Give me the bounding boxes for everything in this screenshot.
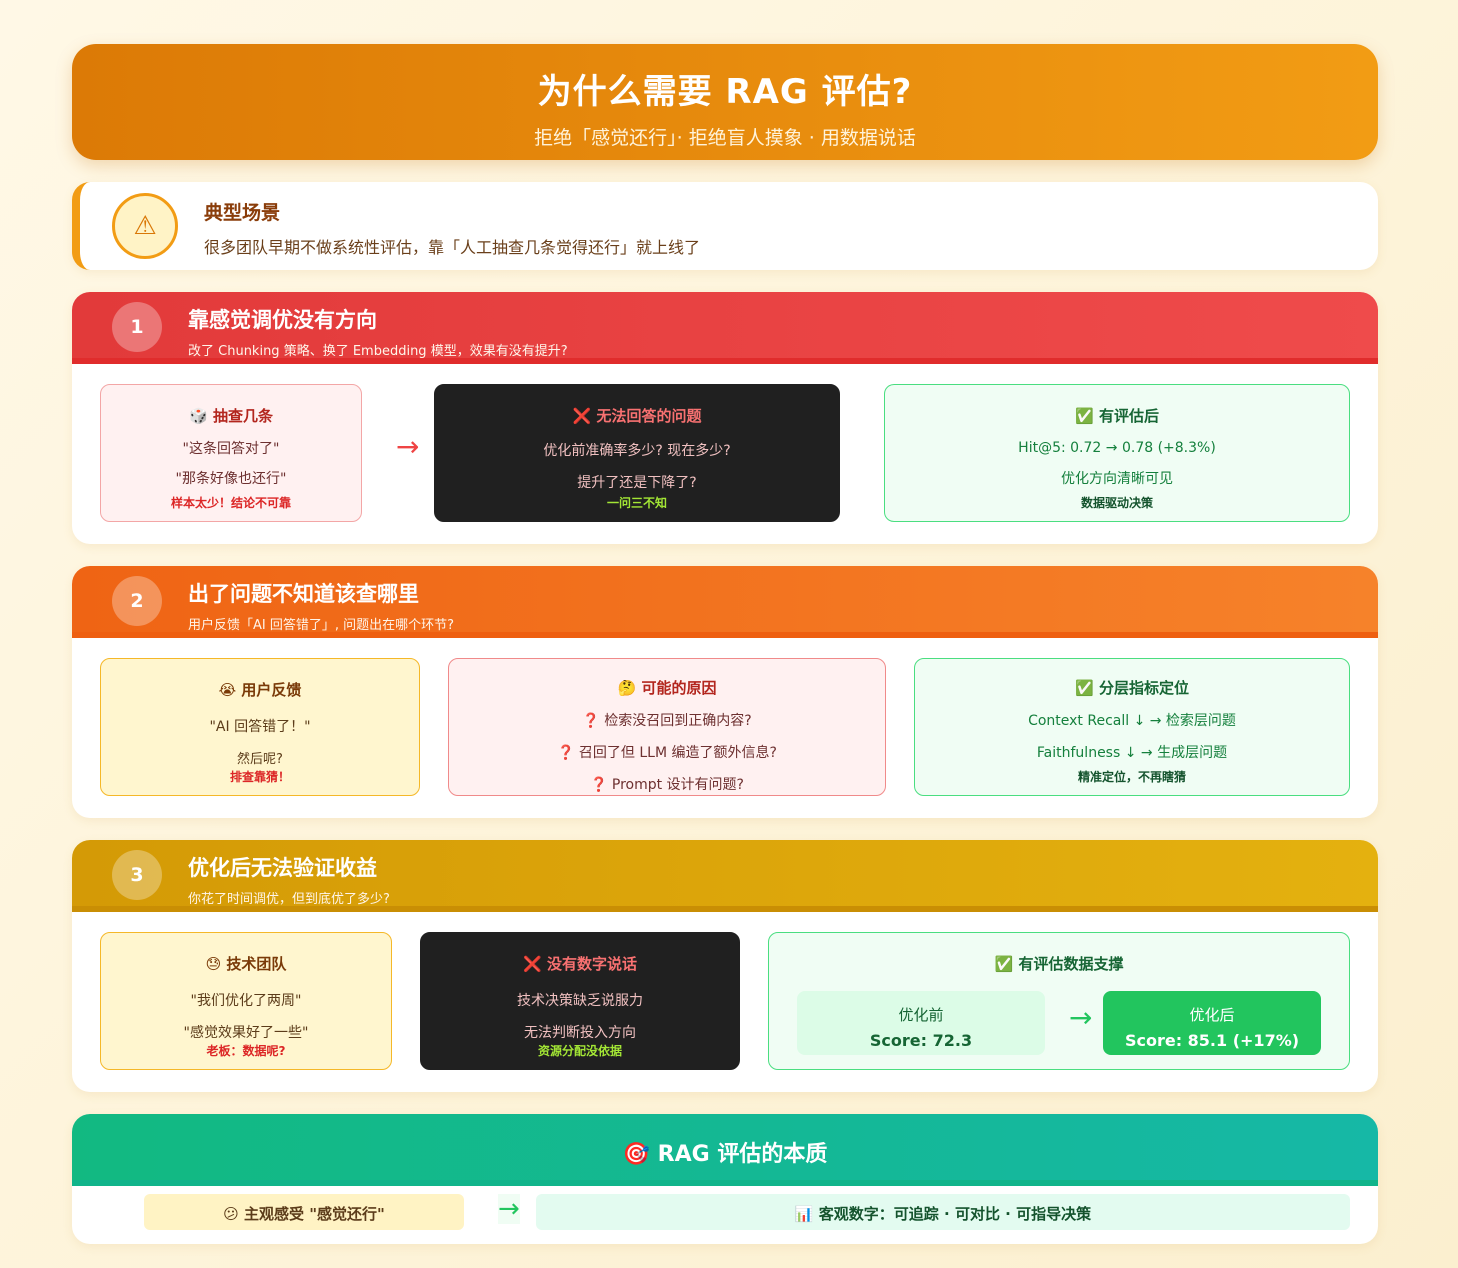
warning-icon: ⚠ xyxy=(112,193,178,259)
scenario-text: 很多团队早期不做系统性评估，靠「人工抽查几条觉得还行」就上线了 xyxy=(204,238,701,257)
box-line: "AI 回答错了！" xyxy=(209,719,311,735)
box-line: Context Recall ↓ → 检索层问题 xyxy=(1028,713,1236,729)
essence-card: 🎯 RAG 评估的本质 😕 主观感受 "感觉还行" → 📊 客观数字：可追踪 ·… xyxy=(72,1114,1378,1244)
box-title: 🎲 抽查几条 xyxy=(189,407,273,425)
after-score: Score: 85.1 (+17%) xyxy=(1124,1031,1300,1050)
box-footnote: 样本太少！结论不可靠 xyxy=(170,496,291,510)
box-line: 优化前准确率多少? 现在多少? xyxy=(543,443,731,459)
section-subtitle: 你花了时间调优，但到底优了多少? xyxy=(188,892,390,907)
box-line: 提升了还是下降了? xyxy=(577,475,697,491)
box-line: "这条回答对了" xyxy=(182,441,280,457)
box-footnote: 精准定位，不再瞎猜 xyxy=(1077,770,1186,784)
after-score-card: 优化后 Score: 85.1 (+17%) xyxy=(1103,991,1321,1055)
page-subtitle: 拒绝「感觉还行」· 拒绝盲人摸象 · 用数据说话 xyxy=(534,127,916,149)
box-footnote: 老板：数据呢? xyxy=(206,1044,286,1058)
box-line: 技术决策缺乏说服力 xyxy=(517,993,643,1009)
section-3-card: 3 优化后无法验证收益 你花了时间调优，但到底优了多少? 😓 技术团队 "我们优… xyxy=(72,840,1378,1092)
section-1-header: 1 靠感觉调优没有方向 改了 Chunking 策略、换了 Embedding … xyxy=(72,292,1378,364)
box-title: 😓 技术团队 xyxy=(205,955,287,973)
scenario-title: 典型场景 xyxy=(204,202,281,224)
with-eval-box: ✅ 有评估后 Hit@5: 0.72 → 0.78 (+8.3%) 优化方向清晰… xyxy=(884,384,1350,522)
user-feedback-box: 😭 用户反馈 "AI 回答错了！" 然后呢? 排查靠猜！ xyxy=(100,658,420,796)
possible-causes-box: 🤔 可能的原因 ❓ 检索没召回到正确内容? ❓ 召回了但 LLM 编造了额外信息… xyxy=(448,658,886,796)
section-title: 优化后无法验证收益 xyxy=(188,856,377,880)
section-number: 2 xyxy=(112,576,162,626)
box-title: ❌ 无法回答的问题 xyxy=(572,407,702,425)
box-line: "我们优化了两周" xyxy=(190,993,302,1009)
before-label: 优化前 xyxy=(898,1006,944,1024)
cause-item: ❓ 检索没召回到正确内容? xyxy=(582,713,752,729)
section-title: 出了问题不知道该查哪里 xyxy=(188,582,419,606)
box-line: 然后呢? xyxy=(237,752,283,767)
after-label: 优化后 xyxy=(1189,1006,1235,1024)
page: 为什么需要 RAG 评估? 拒绝「感觉还行」· 拒绝盲人摸象 · 用数据说话 ⚠… xyxy=(72,44,1378,1244)
box-line: 无法判断投入方向 xyxy=(524,1025,636,1041)
section-1-card: 1 靠感觉调优没有方向 改了 Chunking 策略、换了 Embedding … xyxy=(72,292,1378,544)
spot-check-box: 🎲 抽查几条 "这条回答对了" "那条好像也还行" 样本太少！结论不可靠 xyxy=(100,384,362,522)
eval-data-box: ✅ 有评估数据支撑 优化前 Score: 72.3 → 优化后 Score: 8… xyxy=(768,932,1350,1070)
unanswerable-box: ❌ 无法回答的问题 优化前准确率多少? 现在多少? 提升了还是下降了? 一问三不… xyxy=(434,384,840,522)
section-subtitle: 用户反馈「AI 回答错了」, 问题出在哪个环节? xyxy=(188,618,455,633)
section-title: 靠感觉调优没有方向 xyxy=(188,308,377,332)
tech-team-box: 😓 技术团队 "我们优化了两周" "感觉效果好了一些" 老板：数据呢? xyxy=(100,932,392,1070)
box-footnote: 数据驱动决策 xyxy=(1080,496,1153,510)
box-line: 优化方向清晰可见 xyxy=(1061,471,1173,487)
page-title: 为什么需要 RAG 评估? xyxy=(537,72,913,112)
arrow-icon: → xyxy=(396,430,420,463)
before-score-card: 优化前 Score: 72.3 xyxy=(797,991,1045,1055)
section-number: 3 xyxy=(112,850,162,900)
box-line: Faithfulness ↓ → 生成层问题 xyxy=(1036,745,1228,761)
cause-item: ❓ Prompt 设计有问题? xyxy=(590,777,744,793)
layered-metrics-box: ✅ 分层指标定位 Context Recall ↓ → 检索层问题 Faithf… xyxy=(914,658,1350,796)
section-number: 1 xyxy=(112,302,162,352)
objective-pill: 📊 客观数字：可追踪 · 可对比 · 可指导决策 xyxy=(536,1194,1350,1230)
box-line: "那条好像也还行" xyxy=(175,471,287,487)
scenario-panel: ⚠ 典型场景 很多团队早期不做系统性评估，靠「人工抽查几条觉得还行」就上线了 xyxy=(72,182,1378,270)
before-score: Score: 72.3 xyxy=(869,1031,973,1050)
hero-banner: 为什么需要 RAG 评估? 拒绝「感觉还行」· 拒绝盲人摸象 · 用数据说话 xyxy=(72,44,1378,160)
arrow-icon: → xyxy=(498,1194,520,1224)
box-title: ✅ 有评估后 xyxy=(1075,407,1159,425)
cause-item: ❓ 召回了但 LLM 编造了额外信息? xyxy=(557,745,777,761)
arrow-icon: → xyxy=(1069,1001,1093,1034)
box-title: ✅ 有评估数据支撑 xyxy=(994,955,1124,973)
box-title: ❌ 没有数字说话 xyxy=(523,955,637,973)
section-3-header: 3 优化后无法验证收益 你花了时间调优，但到底优了多少? xyxy=(72,840,1378,912)
box-title: ✅ 分层指标定位 xyxy=(1075,679,1189,697)
box-footnote: 排查靠猜！ xyxy=(229,770,290,784)
box-line: Hit@5: 0.72 → 0.78 (+8.3%) xyxy=(1018,440,1216,456)
box-footnote: 资源分配没依据 xyxy=(537,1044,622,1058)
box-footnote: 一问三不知 xyxy=(606,496,667,510)
section-2-card: 2 出了问题不知道该查哪里 用户反馈「AI 回答错了」, 问题出在哪个环节? 😭… xyxy=(72,566,1378,818)
essence-title: 🎯 RAG 评估的本质 xyxy=(72,1114,1378,1186)
subjective-pill: 😕 主观感受 "感觉还行" xyxy=(144,1194,464,1230)
box-line: "感觉效果好了一些" xyxy=(183,1025,309,1041)
no-numbers-box: ❌ 没有数字说话 技术决策缺乏说服力 无法判断投入方向 资源分配没依据 xyxy=(420,932,740,1070)
section-subtitle: 改了 Chunking 策略、换了 Embedding 模型，效果有没有提升? xyxy=(188,344,568,359)
box-title: 😭 用户反馈 xyxy=(218,681,302,699)
section-2-header: 2 出了问题不知道该查哪里 用户反馈「AI 回答错了」, 问题出在哪个环节? xyxy=(72,566,1378,638)
box-title: 🤔 可能的原因 xyxy=(617,679,717,697)
